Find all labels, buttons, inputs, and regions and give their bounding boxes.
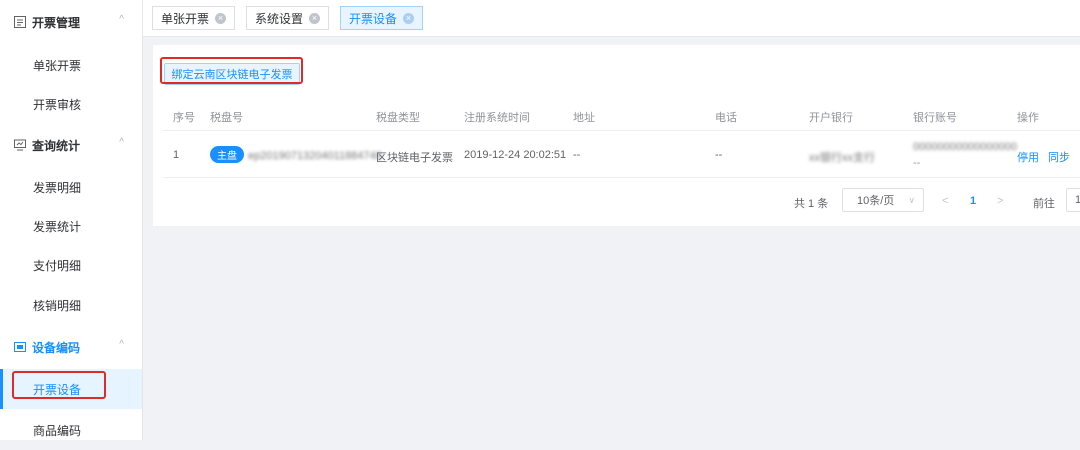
column-header: 地址 xyxy=(573,112,595,124)
sidebar-item-writeoff-details[interactable]: 核销明细 xyxy=(0,285,142,325)
page-size-value: 10条/页 xyxy=(857,195,895,207)
menu-group-label: 查询统计 xyxy=(32,138,81,153)
divider xyxy=(163,130,1080,131)
sidebar-item-label: 发票统计 xyxy=(33,219,82,234)
card-icon xyxy=(14,341,26,353)
column-header: 税盘类型 xyxy=(376,112,420,124)
column-header: 注册系统时间 xyxy=(464,112,530,124)
address: -- xyxy=(573,149,581,161)
sidebar-item-label: 商品编码 xyxy=(33,423,82,438)
next-page-button[interactable]: > xyxy=(997,195,1003,207)
phone: -- xyxy=(715,149,723,161)
tab-bar: 单张开票 × 系统设置 × 开票设备 × xyxy=(143,0,1080,37)
page-number[interactable]: 1 xyxy=(970,195,976,207)
bank-name: xx银行xx支行 xyxy=(809,152,875,164)
sidebar-item-label: 发票明细 xyxy=(33,180,82,195)
sidebar-item-label: 开票审核 xyxy=(33,97,82,112)
goto-label: 前往 xyxy=(1033,198,1055,210)
document-icon xyxy=(14,16,26,28)
highlight-box xyxy=(12,371,106,399)
tab-label: 开票设备 xyxy=(349,11,398,26)
menu-group-label: 开票管理 xyxy=(32,15,81,30)
total-count: 共 1 条 xyxy=(794,198,829,210)
disk-number-cell: 主盘 ep20190713204011884748 xyxy=(210,146,382,163)
sidebar-item-invoice-stats[interactable]: 发票统计 xyxy=(0,206,142,246)
divider xyxy=(163,177,1080,178)
chevron-up-icon: ^ xyxy=(119,137,124,148)
disk-type: 区块链电子发票 xyxy=(376,152,453,164)
monitor-icon xyxy=(14,139,26,151)
column-header: 银行账号 xyxy=(913,112,957,124)
menu-group-query-stats[interactable]: 查询统计 ^ xyxy=(0,125,142,165)
column-header: 操作 xyxy=(1017,112,1039,124)
sidebar-item-single-invoice[interactable]: 单张开票 xyxy=(0,45,142,85)
close-icon[interactable]: × xyxy=(403,12,415,24)
close-icon[interactable]: × xyxy=(215,12,227,24)
tab-system-settings[interactable]: 系统设置 × xyxy=(246,6,330,30)
sync-link[interactable]: 同步 xyxy=(1048,149,1070,165)
disk-number: ep20190713204011884748 xyxy=(248,150,382,162)
column-header: 序号 xyxy=(173,112,195,124)
sidebar-item-invoice-details[interactable]: 发票明细 xyxy=(0,167,142,207)
prev-page-button[interactable]: < xyxy=(942,195,948,207)
sidebar-item-product-coding[interactable]: 商品编码 xyxy=(0,410,142,450)
register-time: 2019-12-24 20:02:51 xyxy=(464,149,567,161)
chevron-down-icon: ∨ xyxy=(908,195,915,205)
sidebar-item-label: 单张开票 xyxy=(33,58,82,73)
bank-account: 00000000000000000 xyxy=(913,141,1018,153)
disable-link[interactable]: 停用 xyxy=(1017,149,1039,165)
status-badge: 主盘 xyxy=(210,146,244,163)
close-icon[interactable]: × xyxy=(309,12,321,24)
menu-group-label: 设备编码 xyxy=(32,340,81,355)
menu-group-invoice-management[interactable]: 开票管理 ^ xyxy=(0,2,142,42)
sidebar-item-invoice-review[interactable]: 开票审核 xyxy=(0,84,142,124)
highlight-box xyxy=(160,57,303,84)
goto-page-input[interactable]: 1 xyxy=(1066,188,1080,212)
chevron-up-icon: ^ xyxy=(119,339,124,350)
menu-group-device-coding[interactable]: 设备编码 ^ xyxy=(0,327,142,367)
tab-single-invoice[interactable]: 单张开票 × xyxy=(152,6,236,30)
tab-label: 单张开票 xyxy=(161,11,210,26)
row-index: 1 xyxy=(173,149,180,161)
tab-label: 系统设置 xyxy=(255,11,304,26)
column-header: 开户银行 xyxy=(809,112,853,124)
column-header: 税盘号 xyxy=(210,112,243,124)
sidebar-item-payment-details[interactable]: 支付明细 xyxy=(0,245,142,285)
sidebar-item-label: 支付明细 xyxy=(33,258,82,273)
sidebar-item-label: 核销明细 xyxy=(33,298,82,313)
tab-invoice-device[interactable]: 开票设备 × xyxy=(340,6,424,30)
page-size-select[interactable]: 10条/页 ∨ xyxy=(842,188,924,212)
column-header: 电话 xyxy=(715,112,737,124)
chevron-up-icon: ^ xyxy=(119,14,124,25)
bank-account-extra: -- xyxy=(913,157,921,169)
